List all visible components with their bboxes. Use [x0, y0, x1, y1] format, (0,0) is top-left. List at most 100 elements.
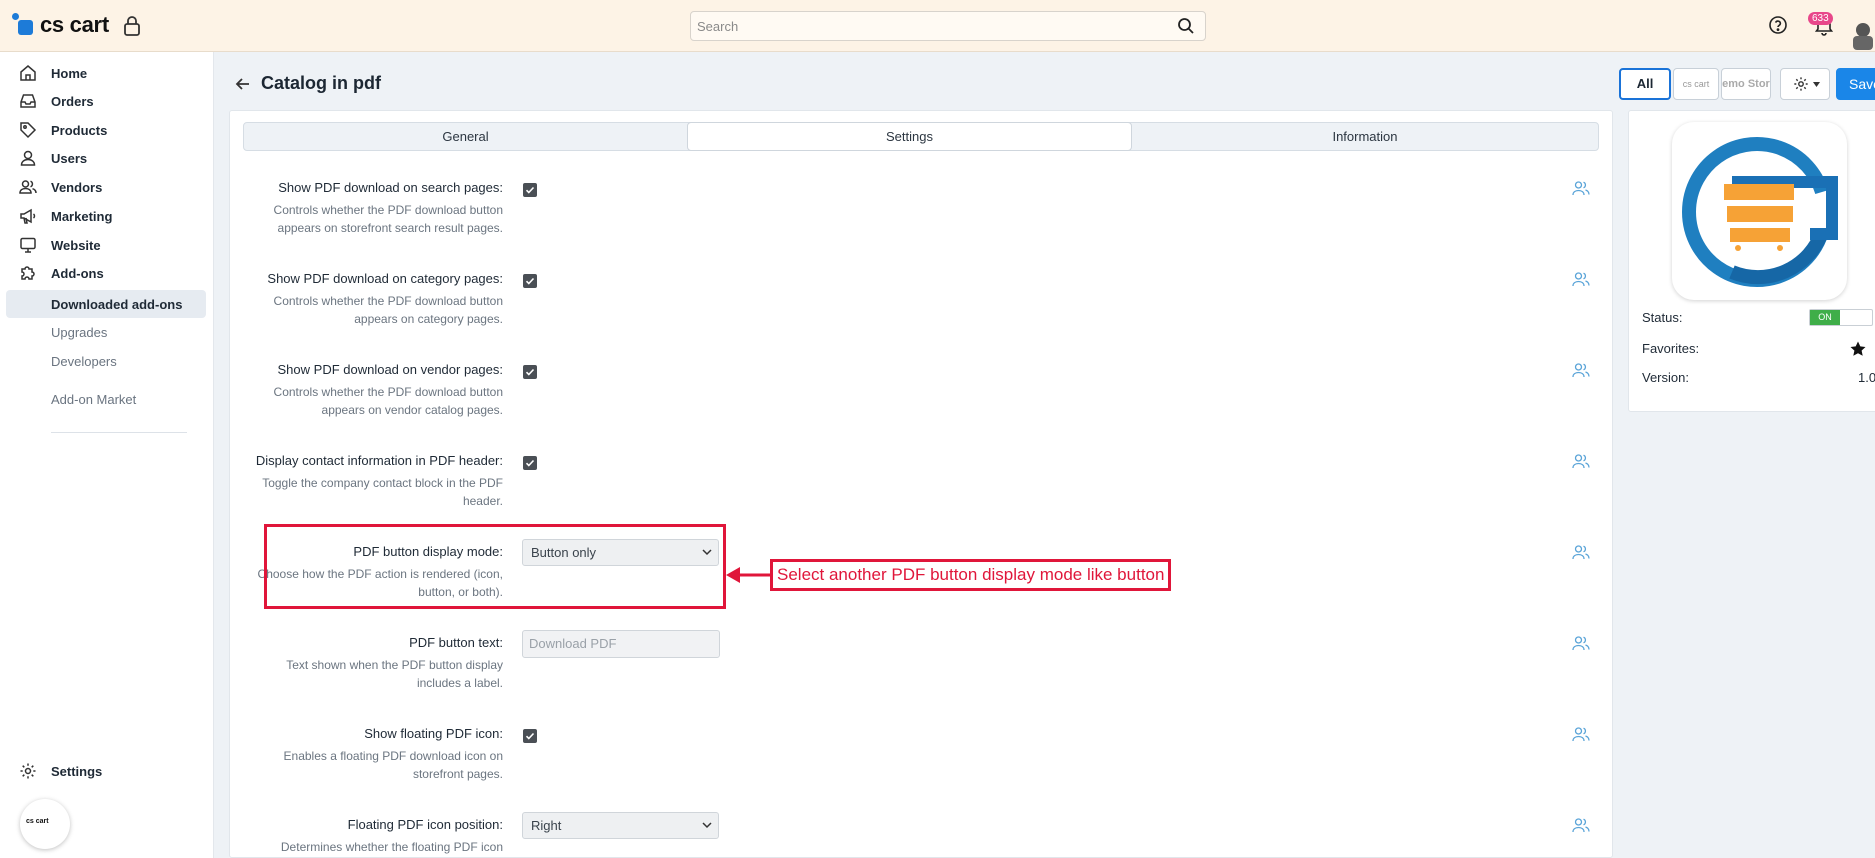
puzzle-icon [21, 266, 35, 280]
sidebar-item-users[interactable]: Users [0, 145, 214, 171]
annotation-note: Select another PDF button display mode l… [770, 559, 1172, 591]
field-help-floating-icon: Enables a floating PDF download icon on … [283, 749, 503, 781]
sidebar-item-addons[interactable]: Add-ons [0, 260, 214, 286]
users-icon[interactable] [1572, 817, 1590, 833]
users-icon[interactable] [1572, 362, 1590, 378]
tab-information[interactable]: Information [1132, 123, 1598, 150]
sidebar-subitem-label: Developers [51, 354, 117, 369]
inbox-icon [20, 94, 36, 108]
store-switcher-bubble[interactable]: cs cart [20, 799, 70, 849]
caret-down-icon [1813, 82, 1820, 87]
sidebar-item-label: Home [51, 65, 88, 81]
status-toggle[interactable]: ON [1809, 309, 1873, 326]
field-label-contact-info: Display contact information in PDF heade… [255, 453, 503, 468]
gear-icon [1794, 77, 1808, 91]
search-input[interactable] [691, 12, 1161, 40]
home-icon [20, 65, 36, 81]
search-box [690, 11, 1206, 41]
sidebar-item-label: Settings [51, 763, 103, 779]
top-bar: cs cart 633 [0, 0, 1875, 52]
users-icon[interactable] [1572, 544, 1590, 560]
user-icon [20, 150, 36, 166]
sidebar-subitem-upgrades[interactable]: Upgrades [6, 318, 206, 346]
store-filter-all-button[interactable]: All [1619, 68, 1671, 100]
field-help-vendor-pages: Controls whether the PDF download button… [273, 385, 503, 417]
version-value: 1.0 [1858, 370, 1875, 385]
tab-general[interactable]: General [244, 123, 687, 150]
sidebar-item-vendors[interactable]: Vendors [0, 174, 214, 200]
sidebar-subitem-addon-market[interactable]: Add-on Market [6, 385, 206, 413]
lock-icon[interactable] [122, 15, 142, 37]
gear-icon [20, 763, 36, 779]
users-icon[interactable] [1572, 635, 1590, 651]
store-filter-cs-cart-button[interactable]: cs cart [1673, 68, 1719, 100]
check-icon [525, 186, 535, 194]
checkbox-vendor-pages[interactable] [523, 365, 537, 379]
tab-settings[interactable]: Settings [687, 122, 1132, 151]
sidebar-item-label: Products [51, 122, 108, 138]
field-label-floating-icon: Show floating PDF icon: [364, 726, 503, 741]
sidebar-subitem-label: Add-on Market [51, 392, 137, 407]
sidebar-divider [51, 432, 187, 433]
annotation-arrow-icon [726, 567, 770, 583]
users-icon [19, 180, 37, 194]
sidebar-item-orders[interactable]: Orders [0, 88, 214, 114]
version-label: Version: [1642, 370, 1689, 385]
button-text-input[interactable]: Download PDF [522, 630, 720, 658]
sidebar-item-label: Website [51, 237, 101, 253]
cs-cart-logo[interactable]: cs cart [12, 12, 109, 38]
sidebar-item-home[interactable]: Home [0, 60, 214, 86]
tab-bar: General Settings Information [243, 122, 1599, 151]
status-label: Status: [1642, 310, 1683, 325]
sidebar-item-label: Vendors [51, 179, 103, 195]
field-help-category-pages: Controls whether the PDF download button… [273, 294, 503, 326]
checkbox-contact-info[interactable] [523, 456, 537, 470]
sidebar-item-label: Add-ons [51, 265, 104, 281]
tag-icon [20, 122, 37, 139]
user-avatar-icon[interactable] [1851, 20, 1875, 50]
check-icon [525, 368, 535, 376]
field-label-search-pages: Show PDF download on search pages: [278, 180, 503, 195]
field-help-button-text: Text shown when the PDF button display i… [286, 658, 503, 690]
status-toggle-on: ON [1810, 310, 1840, 325]
sidebar-subitem-label: Downloaded add-ons [51, 297, 183, 312]
sidebar-item-marketing[interactable]: Marketing [0, 203, 214, 229]
field-label-icon-position: Floating PDF icon position: [347, 817, 503, 832]
page-title: Catalog in pdf [261, 73, 381, 93]
field-help-search-pages: Controls whether the PDF download button… [273, 203, 503, 235]
users-icon[interactable] [1572, 453, 1590, 469]
sidebar-item-label: Orders [51, 93, 94, 109]
users-icon[interactable] [1572, 271, 1590, 287]
addon-logo [1672, 122, 1847, 300]
sidebar-item-website[interactable]: Website [0, 232, 214, 258]
store-filter-demo-store-button[interactable]: emo Stor [1721, 68, 1771, 100]
users-icon[interactable] [1572, 180, 1590, 196]
help-icon[interactable] [1768, 15, 1788, 35]
sidebar-item-label: Marketing [51, 208, 113, 224]
sidebar: Home Orders Products Users Vendors Marke… [0, 52, 214, 858]
megaphone-icon [20, 208, 36, 224]
logo-mark-icon [12, 13, 34, 37]
sidebar-item-settings[interactable]: Settings [0, 758, 214, 784]
store-bubble-label: cs cart [26, 818, 49, 825]
field-label-vendor-pages: Show PDF download on vendor pages: [277, 362, 503, 377]
checkbox-floating-icon[interactable] [523, 729, 537, 743]
sidebar-subitem-developers[interactable]: Developers [6, 347, 206, 375]
sidebar-subitem-label: Upgrades [51, 325, 108, 340]
search-icon[interactable] [1177, 17, 1195, 35]
monitor-icon [20, 237, 36, 253]
settings-dropdown-button[interactable] [1780, 68, 1830, 100]
field-label-category-pages: Show PDF download on category pages: [267, 271, 503, 286]
star-icon[interactable] [1849, 340, 1867, 358]
icon-position-select[interactable]: Right [522, 812, 719, 839]
checkbox-search-pages[interactable] [523, 183, 537, 197]
checkbox-category-pages[interactable] [523, 274, 537, 288]
save-button[interactable]: Save [1836, 68, 1875, 100]
catalog-pdf-logo-icon [1682, 137, 1838, 287]
sidebar-subitem-downloaded-addons[interactable]: Downloaded add-ons [6, 290, 206, 318]
check-icon [525, 732, 535, 740]
annotation-highlight-box [264, 524, 726, 609]
back-arrow-icon[interactable] [234, 75, 252, 93]
users-icon[interactable] [1572, 726, 1590, 742]
sidebar-item-products[interactable]: Products [0, 117, 214, 143]
